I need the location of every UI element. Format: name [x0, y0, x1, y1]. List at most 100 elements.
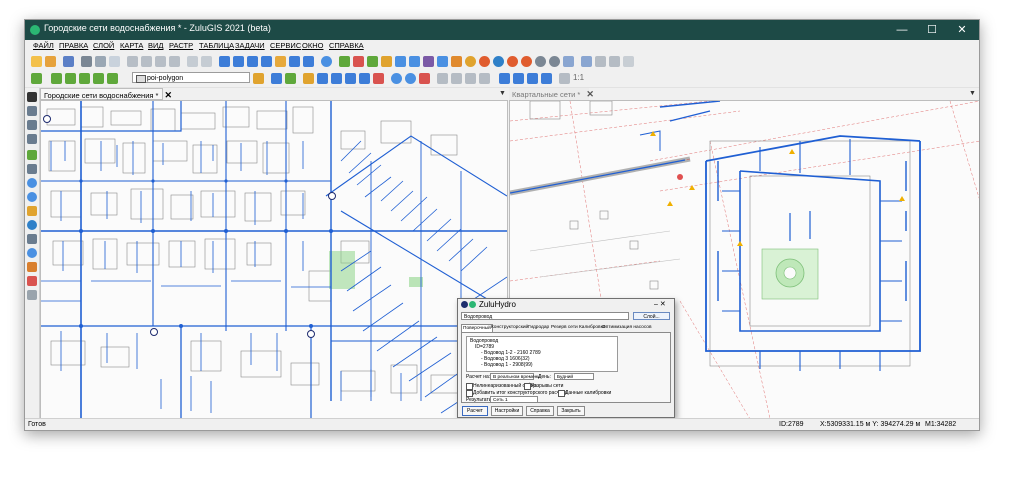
layer-grid-icon[interactable]: [93, 73, 104, 84]
fit-icon[interactable]: [27, 164, 37, 174]
clear-icon[interactable]: [623, 56, 634, 67]
filter-icon[interactable]: [331, 73, 342, 84]
eraser-icon[interactable]: [27, 262, 37, 272]
tool-b-icon[interactable]: [513, 73, 524, 84]
cancel-icon[interactable]: [479, 56, 490, 67]
node-icon[interactable]: [285, 73, 296, 84]
zone-icon[interactable]: [451, 56, 462, 67]
flag-tool-icon[interactable]: [27, 276, 37, 286]
gas-icon[interactable]: [367, 56, 378, 67]
tab-block-networks-close-icon[interactable]: ✕: [586, 89, 594, 99]
tab-block-networks[interactable]: Квартальные сети * ✕: [509, 88, 594, 100]
select-tool-icon[interactable]: [27, 106, 37, 116]
tool-a-icon[interactable]: [499, 73, 510, 84]
new-document-icon[interactable]: [31, 56, 42, 67]
layer-add-icon[interactable]: [31, 73, 42, 84]
zoom-in-tool-icon[interactable]: [27, 178, 37, 188]
record-icon[interactable]: [521, 56, 532, 67]
tab-hydrodar[interactable]: Гидродар: [527, 324, 550, 332]
menu-file[interactable]: ФАЙЛ: [33, 41, 54, 50]
info-tool-icon[interactable]: [27, 220, 37, 230]
paste-icon[interactable]: [155, 56, 166, 67]
pencil-icon[interactable]: [253, 73, 264, 84]
thermal-icon[interactable]: [339, 56, 350, 67]
tab-design[interactable]: Конструкторский: [490, 324, 529, 332]
electric-icon[interactable]: [381, 56, 392, 67]
layer-open-icon[interactable]: [51, 73, 62, 84]
route-icon[interactable]: [437, 56, 448, 67]
page-setup-icon[interactable]: [109, 56, 120, 67]
binoculars-icon[interactable]: [345, 73, 356, 84]
dialog-window-controls[interactable]: – ✕: [654, 299, 666, 310]
pause-icon[interactable]: [549, 56, 560, 67]
layers-tool-icon[interactable]: [27, 290, 37, 300]
measure-tool-icon[interactable]: [27, 248, 37, 258]
select-remove-icon[interactable]: [27, 134, 37, 144]
map-tool-icon[interactable]: [27, 150, 37, 160]
line-chart-icon[interactable]: [595, 56, 606, 67]
undo-icon[interactable]: [187, 56, 198, 67]
duplicate-icon[interactable]: [465, 73, 476, 84]
tree-item[interactable]: - Водовод 1 - 2908(99): [481, 362, 533, 368]
dialog-close-button[interactable]: Закрыть: [557, 406, 585, 416]
hydro-icon[interactable]: [353, 56, 364, 67]
calc-mode-select[interactable]: В реальном времени: [490, 373, 540, 380]
nonlinear-checkbox[interactable]: [466, 383, 473, 390]
select-add-icon[interactable]: [27, 120, 37, 130]
menu-service[interactable]: СЕРВИС: [270, 41, 301, 50]
menu-table[interactable]: ТАБЛИЦА: [199, 41, 234, 50]
day-select[interactable]: Будний: [554, 373, 594, 380]
menu-layer[interactable]: СЛОЙ: [93, 41, 114, 50]
calculate-button[interactable]: Расчет: [462, 406, 488, 416]
right-pane-menu-icon[interactable]: ▼: [969, 90, 976, 97]
layer-select[interactable]: poi-polygon: [132, 72, 250, 83]
layer-choose-button[interactable]: Слой...: [633, 312, 670, 320]
print-icon[interactable]: [81, 56, 92, 67]
tab-pump-optimization[interactable]: Оптимизация насосов: [601, 324, 653, 332]
graph-icon[interactable]: [581, 56, 592, 67]
left-pane-menu-icon[interactable]: ▼: [499, 90, 506, 97]
stop-icon[interactable]: [507, 56, 518, 67]
menu-view[interactable]: ВИД: [148, 41, 163, 50]
zoom-out-icon[interactable]: [405, 73, 416, 84]
flag-icon[interactable]: [419, 73, 430, 84]
layers-icon[interactable]: [247, 56, 258, 67]
menu-help[interactable]: СПРАВКА: [329, 41, 364, 50]
maximize-button[interactable]: ☐: [917, 20, 947, 40]
layer-list-icon[interactable]: [107, 73, 118, 84]
print-preview-icon[interactable]: [95, 56, 106, 67]
edit-icon[interactable]: [275, 56, 286, 67]
zoom-in-icon[interactable]: [391, 73, 402, 84]
close-button[interactable]: ✕: [947, 20, 977, 40]
breaks-checkbox[interactable]: [524, 383, 531, 390]
tab-city-water-close-icon[interactable]: ✕: [164, 90, 172, 100]
tool-d-icon[interactable]: [541, 73, 552, 84]
tool-c-icon[interactable]: [527, 73, 538, 84]
measure-icon[interactable]: [609, 56, 620, 67]
open-folder-icon[interactable]: [45, 56, 56, 67]
ellipse-icon[interactable]: [465, 56, 476, 67]
network-icon[interactable]: [423, 56, 434, 67]
menu-edit[interactable]: ПРАВКА: [59, 41, 88, 50]
play-icon[interactable]: [535, 56, 546, 67]
design-result-checkbox[interactable]: [466, 390, 473, 397]
tab-network-reserve[interactable]: Резерв сети: [550, 324, 579, 332]
minimize-button[interactable]: —: [887, 20, 917, 40]
network-tree[interactable]: Водопровод ID=2789 - Водовод 1-2 - 2160 …: [466, 336, 618, 372]
info-icon[interactable]: [493, 56, 504, 67]
settings-button[interactable]: Настройки: [491, 406, 523, 416]
map-view-city[interactable]: [40, 100, 508, 420]
menu-raster[interactable]: РАСТР: [169, 41, 193, 50]
find-icon[interactable]: [27, 234, 37, 244]
help-icon[interactable]: [321, 56, 332, 67]
layer-save-icon[interactable]: [65, 73, 76, 84]
sewer-icon[interactable]: [409, 56, 420, 67]
export-icon[interactable]: [261, 56, 272, 67]
menu-window[interactable]: ОКНО: [302, 41, 323, 50]
ruler-icon[interactable]: [559, 73, 570, 84]
chart-icon[interactable]: [563, 56, 574, 67]
copy-layer-icon[interactable]: [437, 73, 448, 84]
selection-icon[interactable]: [317, 73, 328, 84]
theme-icon[interactable]: [373, 73, 384, 84]
properties-icon[interactable]: [289, 56, 300, 67]
